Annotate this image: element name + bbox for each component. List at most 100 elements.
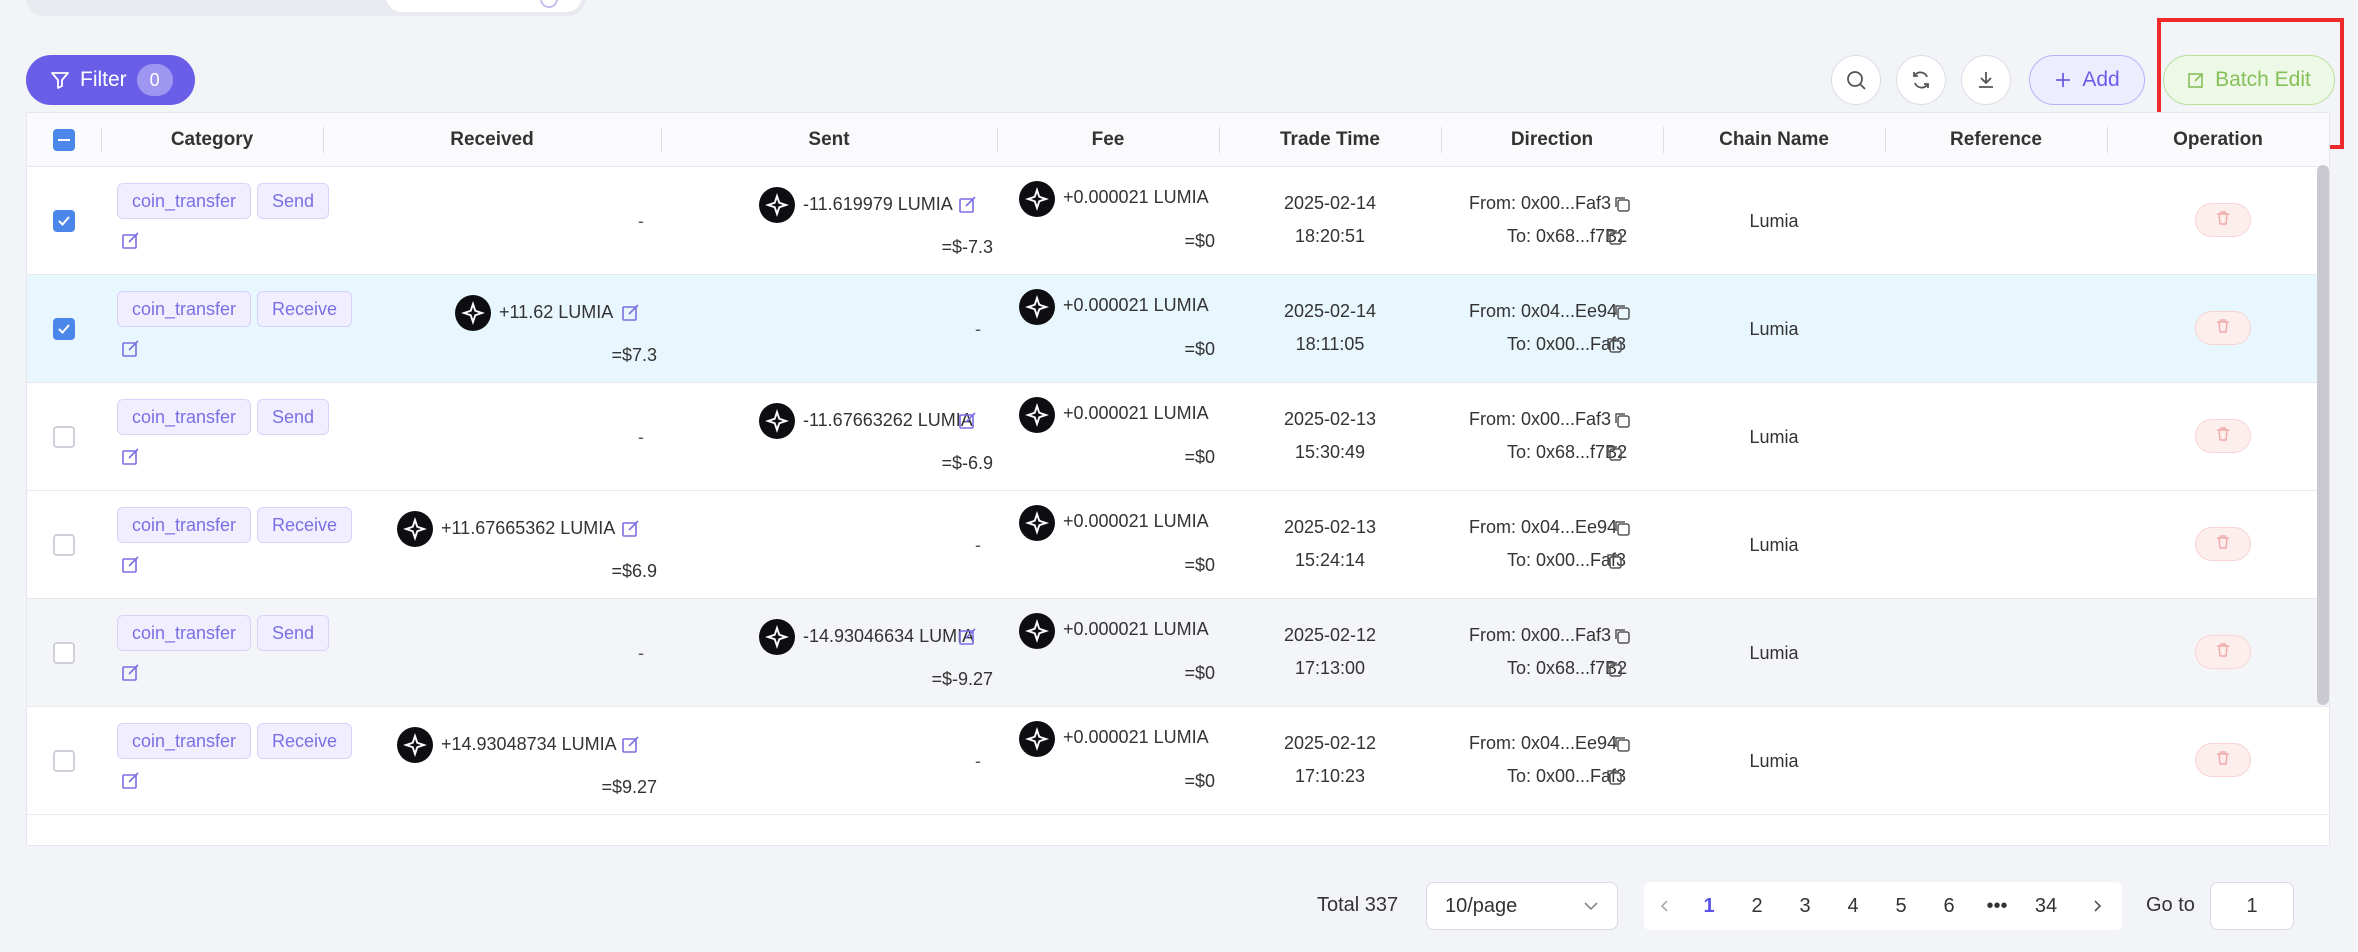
row-checkbox[interactable] bbox=[53, 750, 75, 772]
page-6[interactable]: 6 bbox=[1934, 882, 1964, 930]
copy-icon[interactable] bbox=[1613, 735, 1631, 753]
column-header-reference[interactable]: Reference bbox=[1885, 113, 2107, 167]
trade-date: 2025-02-13 bbox=[1283, 517, 1377, 537]
type-tag[interactable]: Receive bbox=[257, 291, 353, 327]
category-tag[interactable]: coin_transfer bbox=[117, 399, 252, 435]
copy-icon[interactable] bbox=[1613, 411, 1631, 429]
download-button[interactable] bbox=[1961, 55, 2011, 105]
filter-icon bbox=[51, 72, 69, 89]
table-scrollbar[interactable] bbox=[2317, 165, 2329, 705]
refresh-button[interactable] bbox=[1896, 55, 1946, 105]
row-checkbox[interactable] bbox=[53, 210, 75, 232]
delete-button[interactable] bbox=[2195, 743, 2251, 777]
trade-date: 2025-02-14 bbox=[1283, 301, 1377, 321]
copy-icon[interactable] bbox=[1613, 519, 1631, 537]
category-tag[interactable]: coin_transfer bbox=[117, 507, 252, 543]
row-checkbox[interactable] bbox=[53, 534, 75, 556]
category-tag[interactable]: coin_transfer bbox=[117, 615, 252, 651]
delete-button[interactable] bbox=[2195, 527, 2251, 561]
edit-received-icon[interactable] bbox=[621, 519, 641, 539]
chain-name: Lumia bbox=[1749, 427, 1799, 447]
page-size-select[interactable]: 10/page bbox=[1426, 882, 1618, 930]
edit-category-icon[interactable] bbox=[121, 771, 141, 791]
copy-icon[interactable] bbox=[1605, 336, 1623, 354]
copy-icon[interactable] bbox=[1613, 303, 1631, 321]
page-5[interactable]: 5 bbox=[1886, 882, 1916, 930]
page-ellipsis[interactable]: ••• bbox=[1982, 882, 2012, 930]
lumia-coin-icon bbox=[759, 619, 795, 655]
copy-icon[interactable] bbox=[1605, 768, 1623, 786]
copy-icon[interactable] bbox=[1605, 228, 1623, 246]
goto-input[interactable]: 1 bbox=[2210, 882, 2294, 930]
edit-sent-icon[interactable] bbox=[958, 195, 978, 215]
table-row[interactable]: coin_transfer Send - -14.93046634 LUMIA =$-9… bbox=[27, 599, 2329, 707]
add-label: Add bbox=[2082, 68, 2120, 91]
row-checkbox[interactable] bbox=[53, 318, 75, 340]
category-tag[interactable]: coin_transfer bbox=[117, 723, 252, 759]
page-4[interactable]: 4 bbox=[1838, 882, 1868, 930]
category-tag[interactable]: coin_transfer bbox=[117, 291, 252, 327]
edit-sent-icon[interactable] bbox=[958, 627, 978, 647]
column-header-category[interactable]: Category bbox=[101, 113, 323, 167]
select-all-checkbox[interactable] bbox=[53, 129, 75, 151]
received-amount: +11.62 LUMIA bbox=[499, 302, 614, 322]
delete-button[interactable] bbox=[2195, 311, 2251, 345]
active-view-tab[interactable] bbox=[386, 0, 582, 12]
edit-category-icon[interactable] bbox=[121, 447, 141, 467]
transactions-table: Category Received Sent Fee Trade Time Di… bbox=[26, 112, 2330, 846]
type-tag[interactable]: Send bbox=[257, 615, 330, 651]
delete-button[interactable] bbox=[2195, 203, 2251, 237]
delete-button[interactable] bbox=[2195, 419, 2251, 453]
delete-button[interactable] bbox=[2195, 635, 2251, 669]
add-button[interactable]: Add bbox=[2029, 55, 2145, 105]
edit-category-icon[interactable] bbox=[121, 231, 141, 251]
type-tag[interactable]: Send bbox=[257, 399, 330, 435]
tab-indicator-icon bbox=[540, 0, 558, 8]
table-row[interactable]: coin_transfer Receive +11.67665362 LUMIA =$… bbox=[27, 491, 2329, 599]
page-1[interactable]: 1 bbox=[1694, 882, 1724, 930]
chevron-left-icon[interactable] bbox=[1658, 899, 1672, 913]
row-checkbox[interactable] bbox=[53, 642, 75, 664]
column-header-sent[interactable]: Sent bbox=[661, 113, 997, 167]
edit-received-icon[interactable] bbox=[621, 735, 641, 755]
fee-usd: =$0 bbox=[1184, 339, 1215, 359]
received-usd: =$7.3 bbox=[611, 345, 657, 365]
edit-category-icon[interactable] bbox=[121, 663, 141, 683]
filter-button[interactable]: Filter 0 bbox=[26, 55, 195, 105]
edit-category-icon[interactable] bbox=[121, 339, 141, 359]
page-34[interactable]: 34 bbox=[2026, 882, 2066, 930]
fee-amount: +0.000021 LUMIA bbox=[1063, 403, 1209, 423]
copy-icon[interactable] bbox=[1605, 660, 1623, 678]
column-header-received[interactable]: Received bbox=[323, 113, 661, 167]
table-row[interactable]: coin_transfer Receive +11.62 LUMIA =$7.3 - +0… bbox=[27, 275, 2329, 383]
search-button[interactable] bbox=[1831, 55, 1881, 105]
type-tag[interactable]: Receive bbox=[257, 723, 353, 759]
edit-sent-icon[interactable] bbox=[958, 411, 978, 431]
column-header-direction[interactable]: Direction bbox=[1441, 113, 1663, 167]
chevron-right-icon[interactable] bbox=[2090, 899, 2104, 913]
column-header-fee[interactable]: Fee bbox=[997, 113, 1219, 167]
category-tag[interactable]: coin_transfer bbox=[117, 183, 252, 219]
column-header-trade-time[interactable]: Trade Time bbox=[1219, 113, 1441, 167]
copy-icon[interactable] bbox=[1605, 444, 1623, 462]
table-row[interactable]: coin_transfer Send - -11.619979 LUMIA =$-7.3… bbox=[27, 167, 2329, 275]
edit-category-icon[interactable] bbox=[121, 555, 141, 575]
copy-icon[interactable] bbox=[1605, 552, 1623, 570]
type-tag[interactable]: Send bbox=[257, 183, 330, 219]
row-checkbox[interactable] bbox=[53, 426, 75, 448]
copy-icon[interactable] bbox=[1613, 627, 1631, 645]
table-row[interactable]: coin_transfer Send - -11.67663262 LUMIA =$-6… bbox=[27, 383, 2329, 491]
edit-received-icon[interactable] bbox=[621, 303, 641, 323]
fee-amount: +0.000021 LUMIA bbox=[1063, 511, 1209, 531]
page-3[interactable]: 3 bbox=[1790, 882, 1820, 930]
column-header-chain-name[interactable]: Chain Name bbox=[1663, 113, 1885, 167]
type-tag[interactable]: Receive bbox=[257, 507, 353, 543]
table-row[interactable]: coin_transfer Receive +14.93048734 LUMIA =$… bbox=[27, 707, 2329, 815]
page-2[interactable]: 2 bbox=[1742, 882, 1772, 930]
batch-edit-button[interactable]: Batch Edit bbox=[2163, 55, 2335, 105]
pagination: 1 2 3 4 5 6 ••• 34 bbox=[1644, 882, 2122, 930]
copy-icon[interactable] bbox=[1613, 195, 1631, 213]
chain-name: Lumia bbox=[1749, 319, 1799, 339]
trade-time: 17:10:23 bbox=[1294, 766, 1366, 786]
direction-from: From: 0x00...Faf3 bbox=[1469, 625, 1612, 645]
